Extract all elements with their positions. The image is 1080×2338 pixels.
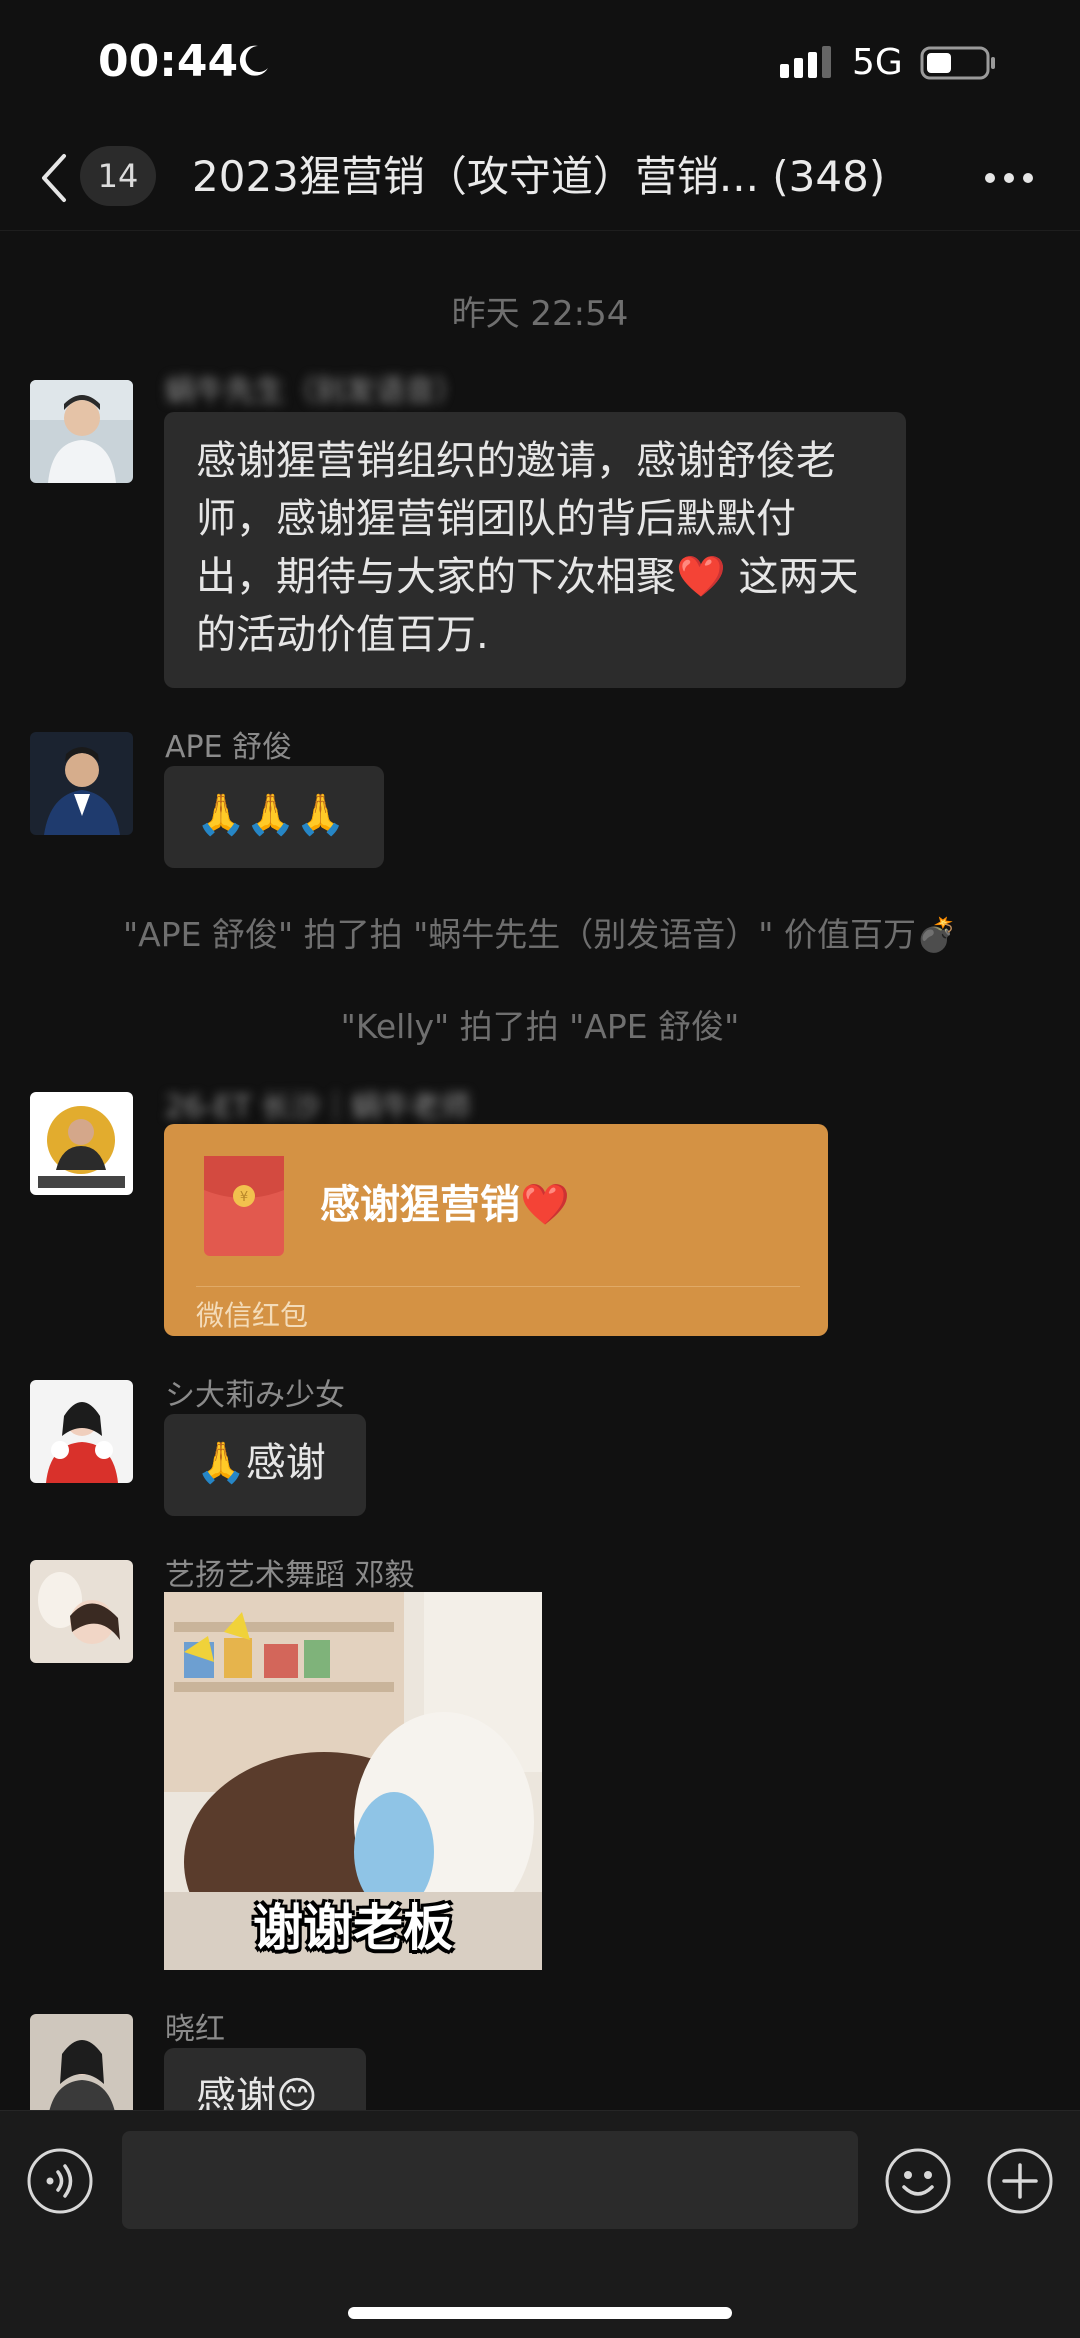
signal-icon (780, 46, 831, 78)
svg-text:¥: ¥ (240, 1190, 248, 1205)
input-bar (0, 2110, 1080, 2338)
avatar[interactable] (30, 1560, 133, 1663)
emoji-icon[interactable] (884, 2147, 952, 2215)
red-packet-title: 感谢猩营销❤️ (320, 1182, 570, 1228)
sticker-image[interactable]: 谢谢老板 (164, 1592, 542, 1970)
home-indicator (348, 2307, 732, 2319)
status-bar: 00:44 5G (0, 0, 1080, 130)
message-bubble[interactable]: 🙏🙏🙏 (164, 766, 384, 868)
sender-name: 晓红 (165, 2012, 225, 2047)
sender-name: 艺扬艺术舞蹈 邓毅 (165, 1558, 415, 1593)
chat-header: 14 2023猩营销（攻守道）营销... (348) (0, 130, 1080, 231)
back-chevron-icon[interactable] (38, 152, 70, 204)
plus-icon[interactable] (986, 2147, 1054, 2215)
message-input[interactable] (122, 2131, 858, 2229)
battery-icon (920, 46, 995, 80)
avatar[interactable] (30, 732, 133, 835)
avatar[interactable] (30, 2014, 133, 2117)
network-label: 5G (852, 42, 903, 83)
red-packet-card[interactable]: ¥ 感谢猩营销❤️ 微信红包 (164, 1124, 828, 1336)
avatar[interactable] (30, 1380, 133, 1483)
avatar[interactable] (30, 380, 133, 483)
sticker-caption: 谢谢老板 (253, 1899, 453, 1957)
message-bubble[interactable]: 🙏感谢 (164, 1414, 366, 1516)
time-separator: 昨天 22:54 (451, 294, 629, 334)
sender-name: シ大莉み少女 (165, 1378, 345, 1413)
unread-count-badge[interactable]: 14 (80, 146, 156, 206)
clock: 00:44 (98, 36, 239, 87)
voice-input-icon[interactable] (26, 2147, 94, 2215)
moon-icon (239, 45, 268, 76)
system-message: "Kelly" 拍了拍 "APE 舒俊" (340, 1007, 740, 1046)
sender-name: 26-ET 长沙｜蜗牛老师 (165, 1090, 471, 1125)
divider (196, 1286, 800, 1287)
system-message: "APE 舒俊" 拍了拍 "蜗牛先生（别发语音）" 价值百万💣 (122, 915, 958, 954)
group-title[interactable]: 2023猩营销（攻守道）营销... (348) (192, 144, 912, 210)
avatar[interactable] (30, 1092, 133, 1195)
sender-name: 蜗牛先生（别发语音） (165, 374, 465, 409)
more-options-icon[interactable] (984, 168, 1034, 188)
message-bubble[interactable]: 感谢猩营销组织的邀请，感谢舒俊老师，感谢猩营销团队的背后默默付出，期待与大家的下… (164, 412, 906, 688)
red-packet-label: 微信红包 (196, 1299, 309, 1332)
sender-name: APE 舒俊 (165, 730, 293, 765)
red-packet-icon: ¥ (204, 1156, 284, 1256)
